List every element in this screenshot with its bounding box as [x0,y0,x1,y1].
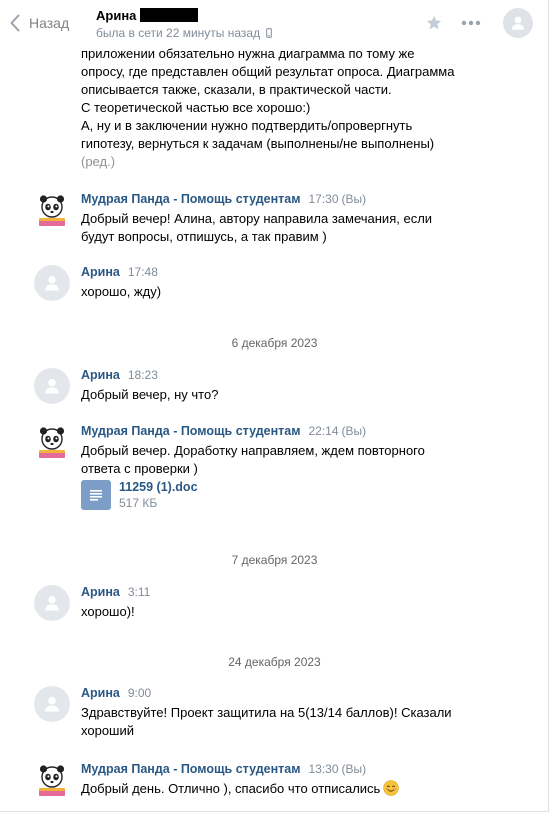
message-line: Добрый вечер. Доработку направляем, ждем… [81,443,425,458]
message-line: Здравствуйте! Проект защитила на 5(13/14… [81,705,452,720]
message-line: приложении обязательно нужна диаграмма п… [81,46,415,61]
author-name[interactable]: Арина [81,686,120,700]
user-placeholder-icon [44,696,60,712]
panda-avatar-icon [39,195,65,226]
mobile-phone-icon [266,28,273,38]
message-line-text: Добрый день. Отлично ), спасибо что отпи… [81,781,381,796]
message-time[interactable]: 17:48 [128,265,158,279]
panda-avatar-icon [39,427,65,458]
message: Мудрая Панда - Помощь студентам 22:14 (В… [0,424,548,516]
document-size: 517 КБ [119,496,158,510]
message-line: опросу, где представлен общий результат … [81,64,455,79]
message-line: Добрый день. Отлично ), спасибо что отпи… [81,780,471,798]
message-line: Добрый вечер! Алина, автору направила за… [81,211,433,226]
message-text: Здравствуйте! Проект защитила на 5(13/14… [81,704,471,740]
message-header: Арина 3:11 [81,585,150,601]
message-line: Добрый вечер, ну что? [81,387,219,402]
you-label: (Вы) [341,424,367,438]
author-name[interactable]: Арина [81,265,120,279]
star-icon[interactable] [425,14,443,32]
author-name[interactable]: Арина [81,368,120,382]
message-text: хорошо)! [81,603,471,621]
date-separator: 7 декабря 2023 [231,553,318,567]
header-actions [425,8,533,38]
message-text: Добрый вечер, ну что? [81,386,471,404]
redacted-surname [140,8,199,22]
document-attachment[interactable]: 11259 (1).doc 517 КБ [81,480,198,512]
document-info: 11259 (1).doc 517 КБ [119,480,198,511]
sender-avatar[interactable] [36,194,68,228]
user-placeholder-icon [511,16,525,30]
message: Арина 9:00 Здравствуйте! Проект защитила… [0,686,548,746]
contact-title[interactable]: Арина [96,7,199,23]
message-line: хороший [81,723,134,738]
message-header: Мудрая Панда - Помощь студентам 13:30 (В… [81,762,366,778]
message-time[interactable]: 3:11 [128,585,150,599]
back-label: Назад [29,15,70,31]
message-time[interactable]: 13:30 [308,762,338,776]
message-line: описывается также, сказали, в практическ… [81,82,392,97]
message-header: Мудрая Панда - Помощь студентам 22:14 (В… [81,424,366,440]
sender-avatar[interactable] [36,764,68,798]
message-header: Арина 17:48 [81,265,158,281]
message-header: Мудрая Панда - Помощь студентам 17:30 (В… [81,192,366,208]
author-name[interactable]: Мудрая Панда - Помощь студентам [81,192,300,206]
author-name[interactable]: Арина [81,585,120,599]
message-time[interactable]: 17:30 [308,192,338,206]
sender-avatar[interactable] [34,686,70,722]
message-time[interactable]: 18:23 [128,368,158,382]
sender-avatar[interactable] [34,585,70,621]
sender-avatar[interactable] [34,265,70,301]
message-header: Арина 9:00 [81,686,151,702]
contact-name[interactable]: Арина [96,8,136,23]
date-separator: 6 декабря 2023 [231,336,318,350]
blushing-smile-emoji-icon [383,780,400,796]
author-name[interactable]: Мудрая Панда - Помощь студентам [81,424,300,438]
message-line: С теоретической частью все хорошо:) [81,100,311,115]
message-line: хорошо)! [81,604,135,619]
you-label: (Вы) [341,192,367,206]
user-placeholder-icon [44,595,60,611]
message-text: Добрый вечер. Доработку направляем, ждем… [81,442,471,478]
message-line: ответа с проверки ) [81,461,198,476]
online-status-text: была в сети 22 минуты назад [96,26,261,40]
message: Арина 3:11 хорошо)! [0,585,548,625]
message-text: Добрый день. Отлично ), спасибо что отпи… [81,780,471,798]
date-separator: 24 декабря 2023 [228,655,321,669]
message-line: А, ну и в заключении нужно подтвердить/о… [81,118,413,133]
message-text: хорошо, жду) [81,283,471,301]
document-name[interactable]: 11259 (1).doc [119,480,198,495]
sender-avatar[interactable] [34,368,70,404]
you-label: (Вы) [341,762,367,776]
user-placeholder-icon [44,378,60,394]
contact-avatar[interactable] [503,8,533,38]
document-lines-icon [90,490,102,501]
chat-window: Назад Арина была в сети 22 минуты назад [0,0,549,812]
back-button[interactable]: Назад [10,13,69,33]
edited-mark[interactable]: (ред.) [81,153,481,171]
message-line: хорошо, жду) [81,284,162,299]
message: Мудрая Панда - Помощь студентам 13:30 (В… [0,762,548,806]
message-continued: приложении обязательно нужна диаграмма п… [81,45,481,171]
message-time[interactable]: 9:00 [128,686,151,700]
chevron-left-icon [10,14,20,32]
message: Арина 18:23 Добрый вечер, ну что? [0,368,548,408]
more-dots-icon[interactable] [461,20,481,26]
message-line: будут вопросы, отпишусь, а так правим ) [81,229,327,244]
message-time[interactable]: 22:14 [308,424,338,438]
message-header: Арина 18:23 [81,368,158,384]
panda-avatar-icon [39,765,65,796]
chat-header: Назад Арина была в сети 22 минуты назад [0,0,548,46]
user-placeholder-icon [44,275,60,291]
message-text: Добрый вечер! Алина, автору направила за… [81,210,471,246]
author-name[interactable]: Мудрая Панда - Помощь студентам [81,762,300,776]
message: Арина 17:48 хорошо, жду) [0,265,548,305]
contact-status: была в сети 22 минуты назад [96,26,273,40]
message-line: гипотезу, вернуться к задачам (выполнены… [81,136,435,151]
message: Мудрая Панда - Помощь студентам 17:30 (В… [0,192,548,252]
sender-avatar[interactable] [36,426,68,460]
document-icon[interactable] [81,480,111,510]
